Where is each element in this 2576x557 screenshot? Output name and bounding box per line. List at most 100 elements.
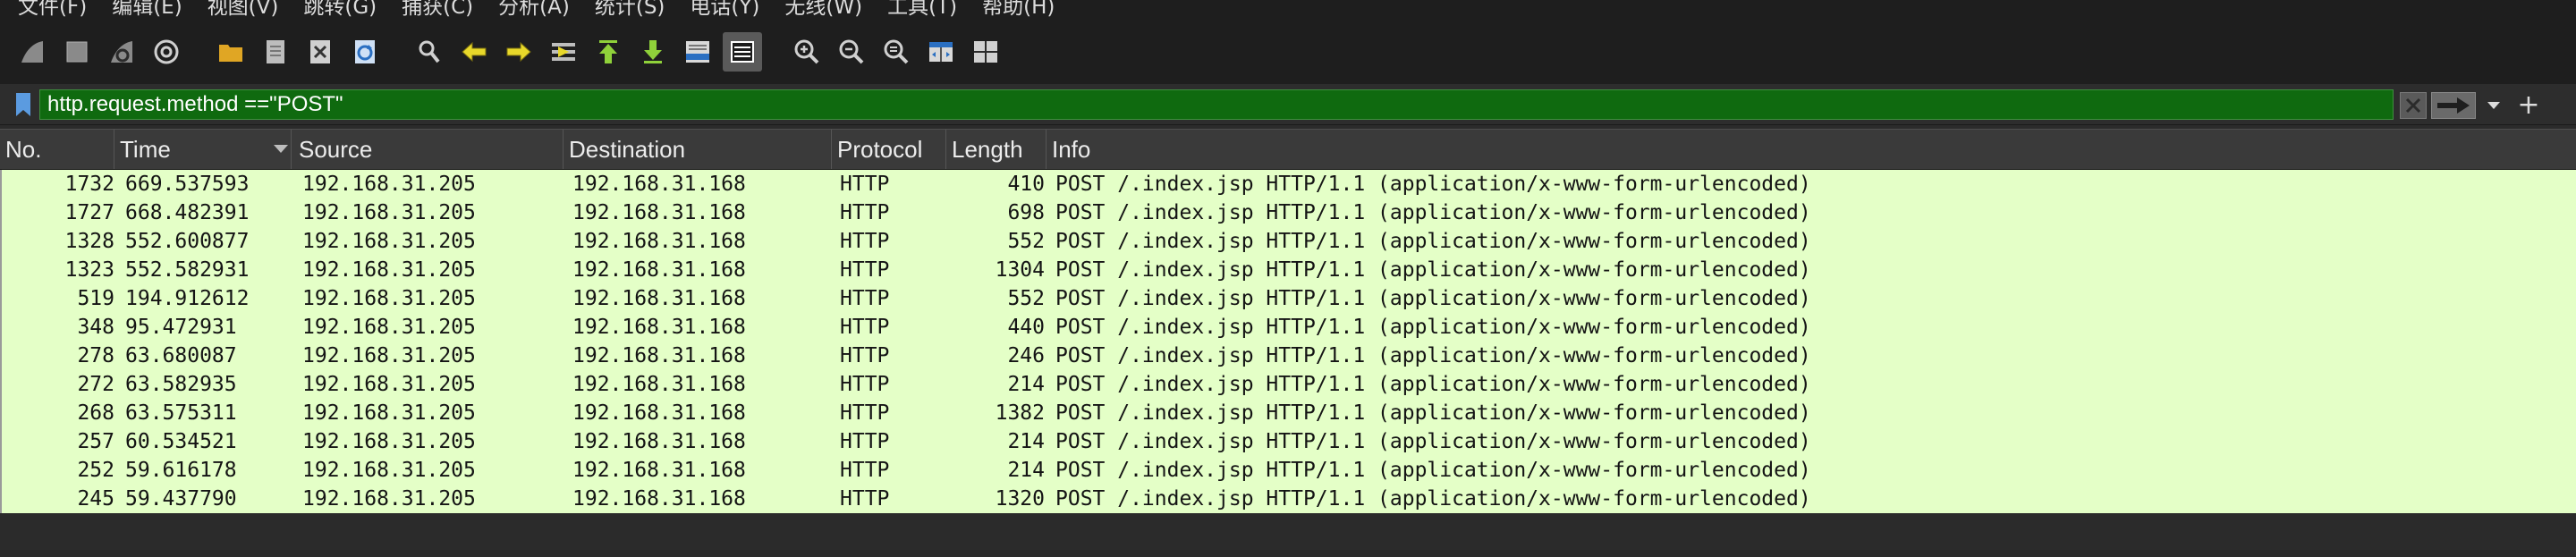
filter-clear-button[interactable] [2400, 92, 2427, 119]
menu-file[interactable]: 文件(F) [18, 0, 87, 18]
go-forward-button[interactable] [499, 32, 538, 72]
filter-history-dropdown[interactable] [2483, 95, 2504, 116]
packet-protocol-cell: HTTP [840, 373, 890, 396]
menu-capture[interactable]: 捕获(C) [402, 0, 473, 18]
packet-protocol-cell: HTTP [840, 173, 890, 196]
open-file-folder-icon [219, 45, 242, 62]
packet-time-cell: 552.600877 [125, 230, 250, 253]
packet-source-cell: 192.168.31.205 [302, 430, 476, 453]
resize-columns-button[interactable] [921, 32, 961, 72]
packet-destination-cell: 192.168.31.168 [572, 430, 746, 453]
table-row[interactable]: 268 63.575311 192.168.31.205 192.168.31.168… [0, 399, 2576, 427]
display-filter-input[interactable] [47, 90, 2393, 119]
colorize-list-button[interactable] [723, 32, 762, 72]
packet-destination-cell: 192.168.31.168 [572, 487, 746, 511]
packet-time-cell: 668.482391 [125, 201, 250, 224]
packet-length-cell: 214 [1007, 430, 1045, 453]
table-row[interactable]: 348 95.472931 192.168.31.205 192.168.31.168… [0, 313, 2576, 342]
table-row[interactable]: 1727 668.482391 192.168.31.205 192.168.31.1… [0, 198, 2576, 227]
packet-no-cell: 272 [77, 373, 114, 396]
packet-protocol-cell: HTTP [840, 430, 890, 453]
reload-file-button[interactable] [345, 32, 385, 72]
auto-scroll-button[interactable] [678, 32, 717, 72]
menu-view[interactable]: 视图(V) [208, 0, 279, 18]
restart-capture-icon [111, 41, 132, 63]
packet-no-cell: 278 [77, 344, 114, 367]
packet-length-cell: 698 [1007, 201, 1045, 224]
packet-no-cell: 245 [77, 487, 114, 511]
table-row[interactable]: 257 60.534521 192.168.31.205 192.168.31.168… [0, 427, 2576, 456]
packet-length-cell: 214 [1007, 459, 1045, 482]
go-to-first-packet-icon [599, 40, 617, 63]
column-header-no[interactable]: No. [0, 130, 114, 169]
column-header-time[interactable]: Time [114, 130, 292, 169]
close-file-icon [310, 40, 330, 63]
toolbar-separator [767, 32, 787, 72]
table-row[interactable]: 245 59.437790 192.168.31.205 192.168.31.168… [0, 485, 2576, 513]
table-row[interactable]: 1328 552.600877 192.168.31.205 192.168.31.1… [0, 227, 2576, 256]
find-packet-button[interactable] [410, 32, 449, 72]
column-header-source[interactable]: Source [293, 130, 564, 169]
start-capture-button[interactable] [13, 32, 52, 72]
packet-time-cell: 59.616178 [125, 459, 237, 482]
go-to-last-packet-button[interactable] [633, 32, 673, 72]
menu-edit[interactable]: 编辑(E) [112, 0, 182, 18]
capture-options-button[interactable] [147, 32, 186, 72]
packet-destination-cell: 192.168.31.168 [572, 201, 746, 224]
packet-protocol-cell: HTTP [840, 258, 890, 282]
packet-no-cell: 268 [77, 401, 114, 425]
packet-length-cell: 1382 [995, 401, 1045, 425]
packet-length-cell: 410 [1007, 173, 1045, 196]
packet-list-empty-area [0, 522, 2576, 557]
table-row[interactable]: 519 194.912612 192.168.31.205 192.168.31.16… [0, 284, 2576, 313]
zoom-in-button[interactable] [787, 32, 826, 72]
zoom-in-icon [794, 39, 819, 64]
table-row[interactable]: 278 63.680087 192.168.31.205 192.168.31.168… [0, 342, 2576, 370]
zoom-normal-icon [884, 39, 909, 64]
packet-destination-cell: 192.168.31.168 [572, 373, 746, 396]
filter-bookmark-button[interactable] [9, 90, 38, 119]
start-capture-fin-icon [21, 41, 43, 63]
close-file-button[interactable] [301, 32, 340, 72]
table-row[interactable]: 1323 552.582931 192.168.31.205 192.168.31.1… [0, 256, 2576, 284]
packet-source-cell: 192.168.31.205 [302, 344, 476, 367]
stop-capture-button[interactable] [57, 32, 97, 72]
zoom-out-button[interactable] [832, 32, 871, 72]
layout-panes-button[interactable] [966, 32, 1005, 72]
table-row[interactable]: 272 63.582935 192.168.31.205 192.168.31.168… [0, 370, 2576, 399]
column-header-length[interactable]: Length [946, 130, 1046, 169]
add-filter-button-icon[interactable]: + [2515, 92, 2542, 119]
column-header-protocol[interactable]: Protocol [832, 130, 946, 169]
menu-tools[interactable]: 工具(T) [887, 0, 957, 18]
menu-telephony[interactable]: 电话(Y) [690, 0, 759, 18]
display-filter-field [39, 89, 2394, 120]
column-header-destination[interactable]: Destination [564, 130, 832, 169]
zoom-normal-button[interactable] [877, 32, 916, 72]
menu-wireless[interactable]: 无线(W) [784, 0, 862, 18]
menu-statistics[interactable]: 统计(S) [595, 0, 665, 18]
resize-columns-icon [929, 42, 953, 62]
menu-analyze[interactable]: 分析(A) [498, 0, 570, 18]
filter-apply-button[interactable] [2431, 92, 2476, 119]
table-row[interactable]: 1732 669.537593 192.168.31.205 192.168.31.1… [0, 170, 2576, 198]
packet-info-cell: POST /.index.jsp HTTP/1.1 (application/x… [1055, 258, 1811, 282]
colorize-list-icon [731, 41, 754, 63]
packet-destination-cell: 192.168.31.168 [572, 316, 746, 339]
go-to-packet-button[interactable] [544, 32, 583, 72]
packet-no-cell: 1323 [64, 258, 114, 282]
restart-capture-button[interactable] [102, 32, 141, 72]
save-file-button[interactable] [256, 32, 295, 72]
packet-no-cell: 252 [77, 459, 114, 482]
capture-options-gear-icon [154, 39, 179, 64]
menu-help[interactable]: 帮助(H) [982, 0, 1055, 18]
packet-time-cell: 552.582931 [125, 258, 250, 282]
packet-length-cell: 552 [1007, 230, 1045, 253]
open-file-button[interactable] [211, 32, 250, 72]
go-to-first-packet-button[interactable] [589, 32, 628, 72]
packet-source-cell: 192.168.31.205 [302, 373, 476, 396]
menu-go[interactable]: 跳转(G) [303, 0, 377, 18]
table-row[interactable]: 252 59.616178 192.168.31.205 192.168.31.168… [0, 456, 2576, 485]
go-back-button[interactable] [454, 32, 494, 72]
column-header-info[interactable]: Info [1046, 130, 2576, 169]
packet-length-cell: 440 [1007, 316, 1045, 339]
